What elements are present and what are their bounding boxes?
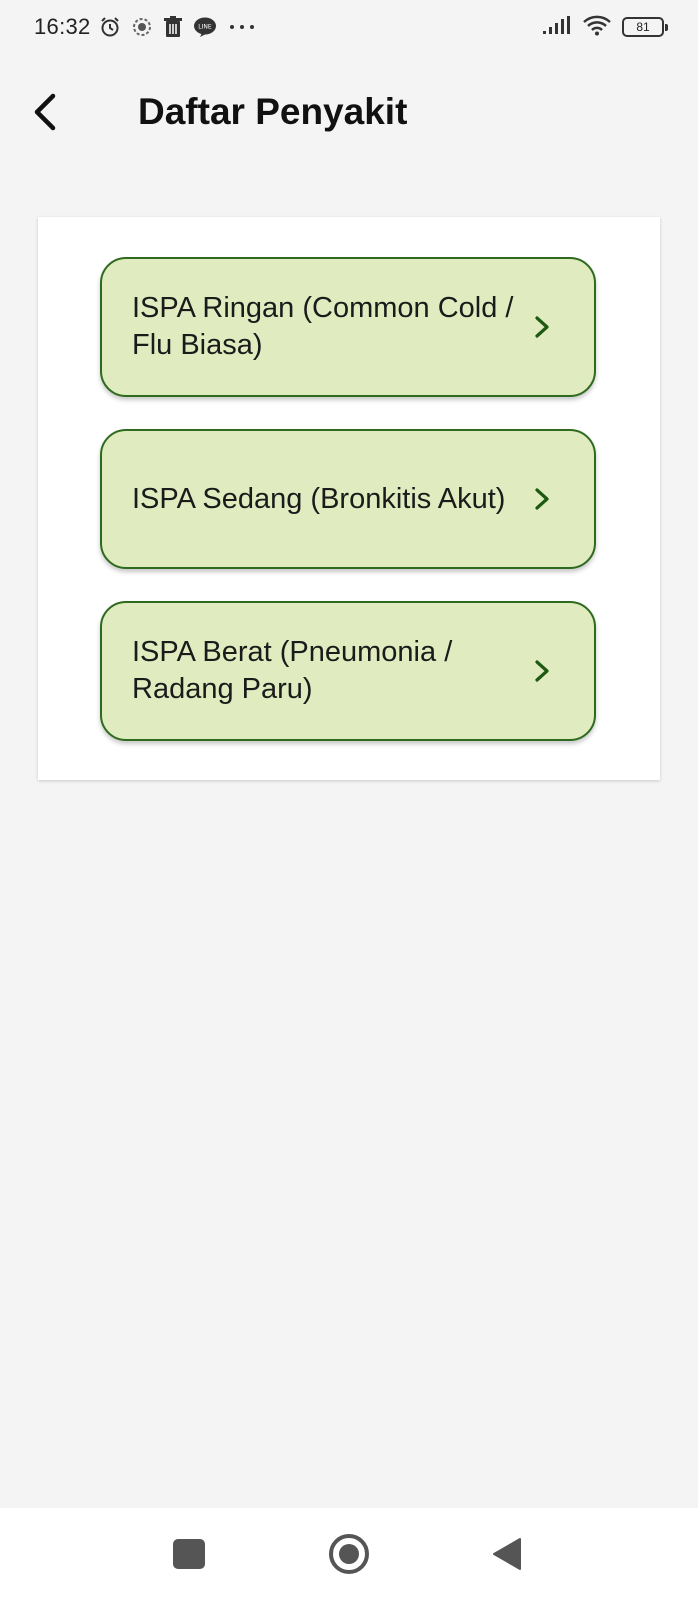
status-notification-icons: LINE — [99, 16, 257, 38]
settings-badge-icon — [131, 16, 153, 38]
svg-text:LINE: LINE — [198, 24, 212, 31]
wifi-icon — [582, 14, 612, 41]
trash-icon — [163, 16, 183, 38]
screen: 16:32 LINE 81 Daftar Penyakit ISPA Ringa… — [0, 0, 698, 1600]
more-dots-icon — [227, 16, 257, 38]
status-bar: 16:32 LINE 81 — [0, 0, 698, 54]
back-arrow-icon — [34, 93, 56, 131]
disease-item-ispa-sedang[interactable]: ISPA Sedang (Bronkitis Akut) — [100, 429, 596, 569]
disease-list-card: ISPA Ringan (Common Cold / Flu Biasa) IS… — [38, 217, 660, 780]
chevron-right-icon — [535, 316, 549, 338]
app-bar: Daftar Penyakit — [0, 70, 698, 154]
back-button[interactable] — [14, 82, 74, 142]
status-time: 16:32 — [34, 14, 91, 39]
home-icon[interactable] — [328, 1533, 370, 1575]
navigation-bar — [0, 1508, 698, 1600]
disease-label: ISPA Sedang (Bronkitis Akut) — [132, 482, 506, 515]
disease-label: ISPA Ringan (Common Cold / Flu Biasa) — [132, 292, 514, 361]
status-system-icons: 81 — [542, 14, 668, 41]
alarm-icon — [99, 16, 121, 38]
chevron-right-icon — [535, 660, 549, 682]
signal-icon — [542, 15, 572, 40]
battery-indicator: 81 — [622, 17, 668, 37]
disease-item-ispa-ringan[interactable]: ISPA Ringan (Common Cold / Flu Biasa) — [100, 257, 596, 397]
disease-list: ISPA Ringan (Common Cold / Flu Biasa) IS… — [100, 257, 596, 773]
disease-item-ispa-berat[interactable]: ISPA Berat (Pneumonia / Radang Paru) — [100, 601, 596, 741]
line-app-icon: LINE — [193, 16, 217, 38]
back-triangle-icon[interactable] — [492, 1537, 522, 1571]
battery-level: 81 — [636, 20, 650, 34]
disease-label: ISPA Berat (Pneumonia / Radang Paru) — [132, 636, 453, 705]
chevron-right-icon — [535, 488, 549, 510]
recents-icon[interactable] — [173, 1539, 205, 1569]
page-title: Daftar Penyakit — [138, 91, 408, 132]
